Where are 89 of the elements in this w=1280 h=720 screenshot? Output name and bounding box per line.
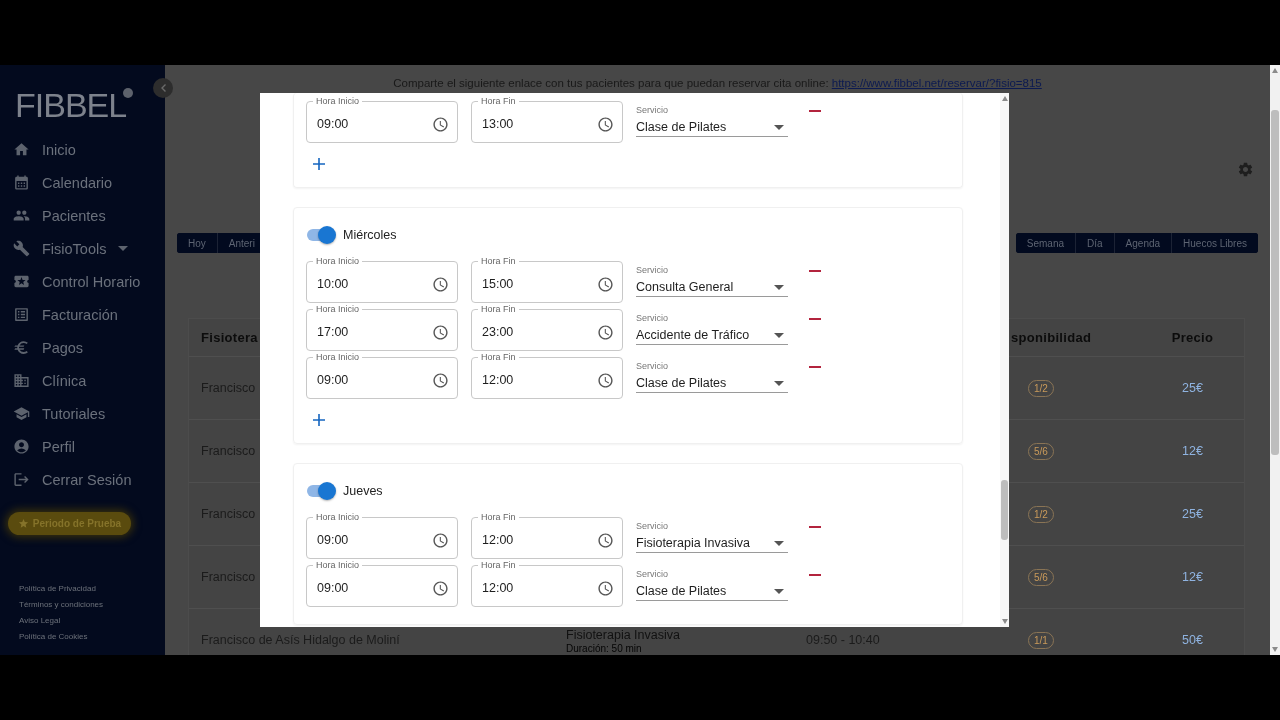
view-button[interactable]: Huecos Libres bbox=[1171, 233, 1258, 253]
clock-icon[interactable] bbox=[597, 275, 614, 293]
plus-icon bbox=[313, 414, 325, 426]
minus-icon bbox=[809, 318, 821, 320]
nav-item[interactable]: Control Horario bbox=[0, 265, 141, 298]
clock-icon[interactable] bbox=[597, 115, 614, 133]
price: 12€ bbox=[1182, 444, 1203, 458]
nav-item[interactable]: Inicio bbox=[0, 133, 76, 166]
minus-icon bbox=[809, 574, 821, 576]
end-time-field[interactable]: Hora Fin 13:00 bbox=[471, 96, 623, 143]
service-select[interactable]: Servicio Consulta General bbox=[636, 256, 788, 303]
day-label: Jueves bbox=[343, 484, 383, 498]
clock-icon[interactable] bbox=[432, 579, 449, 597]
price: 50€ bbox=[1182, 633, 1203, 647]
start-time-field[interactable]: Hora Inicio 09:00 bbox=[306, 96, 458, 143]
scrollbar[interactable] bbox=[1000, 93, 1009, 627]
service-select[interactable]: Servicio Clase de Pilates bbox=[636, 96, 788, 143]
end-time-field[interactable]: Hora Fin 23:00 bbox=[471, 304, 623, 351]
nav-item[interactable]: Calendario bbox=[0, 166, 113, 199]
list-icon bbox=[13, 306, 30, 323]
price: 25€ bbox=[1182, 507, 1203, 521]
caret-icon bbox=[774, 540, 784, 546]
service-select[interactable]: Servicio Clase de Pilates bbox=[636, 560, 788, 607]
toggle-switch[interactable] bbox=[306, 482, 336, 500]
clock-icon[interactable] bbox=[432, 275, 449, 293]
service-select[interactable]: Servicio Clase de Pilates bbox=[636, 352, 788, 399]
footer-link[interactable]: Términos y condiciones bbox=[19, 597, 104, 613]
nav-item[interactable]: Clínica bbox=[0, 364, 87, 397]
building-icon bbox=[13, 372, 30, 389]
column-header: sponibilidad bbox=[1011, 330, 1092, 345]
nav-item[interactable]: Tutoriales bbox=[0, 397, 106, 430]
minus-icon bbox=[809, 526, 821, 528]
start-time-field[interactable]: Hora Inicio 17:00 bbox=[306, 304, 458, 351]
nav-item[interactable]: FisioTools bbox=[0, 232, 133, 265]
graduation-cap-icon bbox=[13, 405, 30, 422]
clock-icon[interactable] bbox=[432, 323, 449, 341]
caret-icon bbox=[774, 380, 784, 386]
end-time-field[interactable]: Hora Fin 15:00 bbox=[471, 256, 623, 303]
nav-item[interactable]: Perfil bbox=[0, 430, 76, 463]
price: 12€ bbox=[1182, 570, 1203, 584]
clock-icon[interactable] bbox=[432, 115, 449, 133]
toggle-switch[interactable] bbox=[306, 226, 336, 244]
service-select[interactable]: Servicio Fisioterapia Invasiva bbox=[636, 512, 788, 559]
service-select[interactable]: Servicio Accidente de Tráfico bbox=[636, 304, 788, 351]
minus-icon bbox=[809, 270, 821, 272]
clock-icon[interactable] bbox=[597, 371, 614, 389]
nav-item[interactable]: Pagos bbox=[0, 331, 84, 364]
minus-icon bbox=[809, 366, 821, 368]
end-time-field[interactable]: Hora Fin 12:00 bbox=[471, 560, 623, 607]
caret-icon bbox=[774, 332, 784, 338]
add-button[interactable] bbox=[313, 158, 325, 170]
chevron-left-icon bbox=[160, 84, 166, 92]
column-header: Fisiotera bbox=[200, 330, 258, 345]
caret-icon bbox=[774, 124, 784, 130]
clock-icon[interactable] bbox=[597, 323, 614, 341]
start-time-field[interactable]: Hora Inicio 10:00 bbox=[306, 256, 458, 303]
add-button[interactable] bbox=[313, 414, 325, 426]
plus-icon bbox=[313, 158, 325, 170]
home-icon bbox=[13, 141, 30, 158]
star-icon bbox=[17, 518, 29, 529]
nav-item[interactable]: Facturación bbox=[0, 298, 118, 331]
caret-icon bbox=[774, 588, 784, 594]
clock-icon[interactable] bbox=[432, 371, 449, 389]
footer-link[interactable]: Política de Cookies bbox=[19, 629, 88, 645]
logo: FIBBEL bbox=[15, 87, 127, 123]
logout-icon bbox=[13, 471, 30, 488]
end-time-field[interactable]: Hora Fin 12:00 bbox=[471, 512, 623, 559]
nav-item[interactable]: Cerrar Sesión bbox=[0, 463, 132, 496]
end-time-field[interactable]: Hora Fin 12:00 bbox=[471, 352, 623, 399]
day-label: Miércoles bbox=[343, 228, 397, 242]
minus-icon bbox=[809, 110, 821, 112]
start-time-field[interactable]: Hora Inicio 09:00 bbox=[306, 512, 458, 559]
euro-icon bbox=[13, 339, 30, 356]
footer-link[interactable]: Aviso Legal bbox=[19, 613, 61, 629]
column-header: Precio bbox=[1171, 330, 1214, 345]
start-time-field[interactable]: Hora Inicio 09:00 bbox=[306, 560, 458, 607]
wrench-icon bbox=[13, 240, 30, 257]
clock-icon[interactable] bbox=[597, 531, 614, 549]
caret-icon bbox=[118, 246, 129, 251]
nav-item[interactable]: Pacientes bbox=[0, 199, 106, 232]
clock-icon[interactable] bbox=[432, 531, 449, 549]
ticket-icon bbox=[13, 273, 30, 290]
caret-icon bbox=[774, 284, 784, 290]
footer-link[interactable]: Política de Privacidad bbox=[19, 581, 96, 597]
scrollbar[interactable] bbox=[1270, 65, 1280, 655]
calendar-icon bbox=[13, 174, 30, 191]
price: 25€ bbox=[1182, 381, 1203, 395]
start-time-field[interactable]: Hora Inicio 09:00 bbox=[306, 352, 458, 399]
clock-icon[interactable] bbox=[597, 579, 614, 597]
